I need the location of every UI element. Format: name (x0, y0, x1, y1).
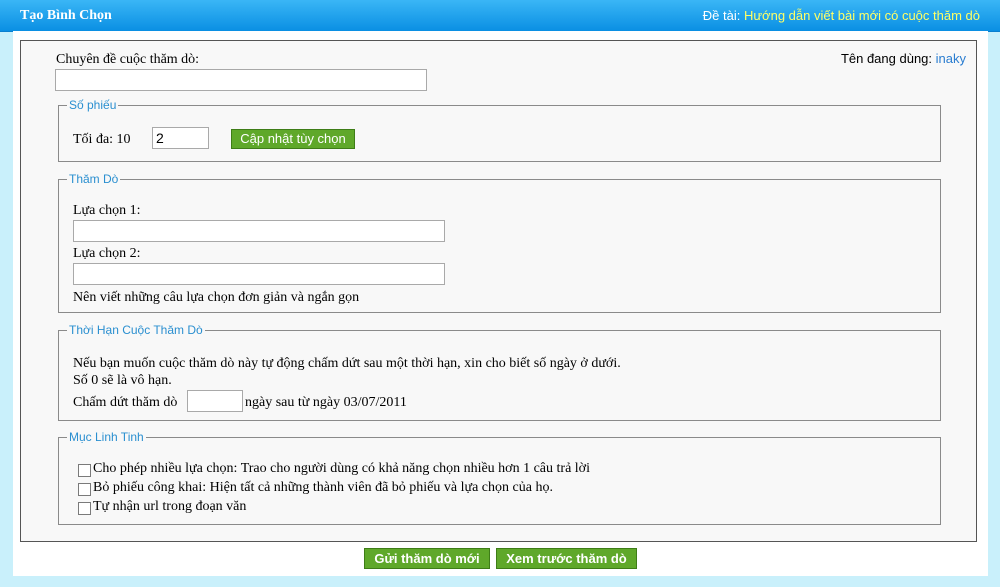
submit-poll-button[interactable]: Gửi thăm dò mới (364, 548, 490, 569)
multiple-choice-checkbox[interactable] (78, 464, 91, 477)
poll-legend: Thăm Dò (69, 172, 119, 186)
subject-label: Chuyên đề cuộc thăm dò: (56, 52, 200, 67)
current-user-name[interactable]: inaky (936, 51, 966, 66)
duration-fieldset: Thời Hạn Cuộc Thăm Dò Nếu bạn muốn cuộc … (58, 323, 941, 421)
current-user: Tên đang dùng: inaky (841, 51, 966, 66)
preview-poll-button[interactable]: Xem trước thăm dò (496, 548, 637, 569)
public-vote-checkbox[interactable] (78, 483, 91, 496)
multiple-choice-label: Cho phép nhiều lựa chọn: Trao cho người … (93, 461, 590, 476)
votes-fieldset: Số phiếu Tối đa: 10 Cập nhật tùy chọn (58, 98, 941, 162)
votes-input[interactable] (152, 127, 209, 149)
duration-infinite-note: Số 0 sẽ là vô hạn. (73, 373, 172, 388)
topic-info: Đề tài: Hướng dẫn viết bài mới có cuộc t… (703, 8, 980, 23)
misc-fieldset: Mục Linh Tinh Cho phép nhiều lựa chọn: T… (58, 430, 941, 525)
auto-url-checkbox[interactable] (78, 502, 91, 515)
update-options-button[interactable]: Cập nhật tùy chọn (231, 129, 355, 149)
misc-legend: Mục Linh Tinh (69, 430, 144, 444)
end-days-input[interactable] (187, 390, 243, 412)
header-bar: Tạo Bình Chọn Đề tài: Hướng dẫn viết bài… (0, 0, 1000, 32)
poll-fieldset: Thăm Dò Lựa chọn 1: Lựa chọn 2: Nên viết… (58, 172, 941, 313)
option1-input[interactable] (73, 220, 445, 242)
public-vote-label: Bỏ phiếu công khai: Hiện tất cả những th… (93, 480, 553, 495)
option2-label: Lựa chọn 2: (73, 246, 141, 261)
end-days-suffix: ngày sau từ ngày 03/07/2011 (245, 395, 407, 410)
votes-legend: Số phiếu (69, 98, 117, 112)
page-title: Tạo Bình Chọn (20, 8, 112, 23)
option2-input[interactable] (73, 263, 445, 285)
max-votes-label: Tối đa: 10 (73, 132, 131, 147)
end-poll-label: Chấm dứt thăm dò (73, 395, 178, 410)
bottom-strip (13, 576, 988, 587)
poll-hint: Nên viết những câu lựa chọn đơn giản và … (73, 290, 360, 305)
poll-form-panel: Chuyên đề cuộc thăm dò: Số phiếu Tối đa:… (20, 40, 977, 542)
topic-label: Đề tài: (702, 8, 741, 23)
auto-url-label: Tự nhận url trong đoạn văn (93, 499, 247, 514)
option1-label: Lựa chọn 1: (73, 203, 141, 218)
duration-legend: Thời Hạn Cuộc Thăm Dò (69, 323, 203, 337)
current-user-label: Tên đang dùng: (840, 51, 933, 66)
duration-description: Nếu bạn muốn cuộc thăm dò này tự động ch… (73, 356, 621, 371)
topic-link[interactable]: Hướng dẫn viết bài mới có cuộc thăm dò (744, 8, 980, 23)
subject-input[interactable] (55, 69, 427, 91)
